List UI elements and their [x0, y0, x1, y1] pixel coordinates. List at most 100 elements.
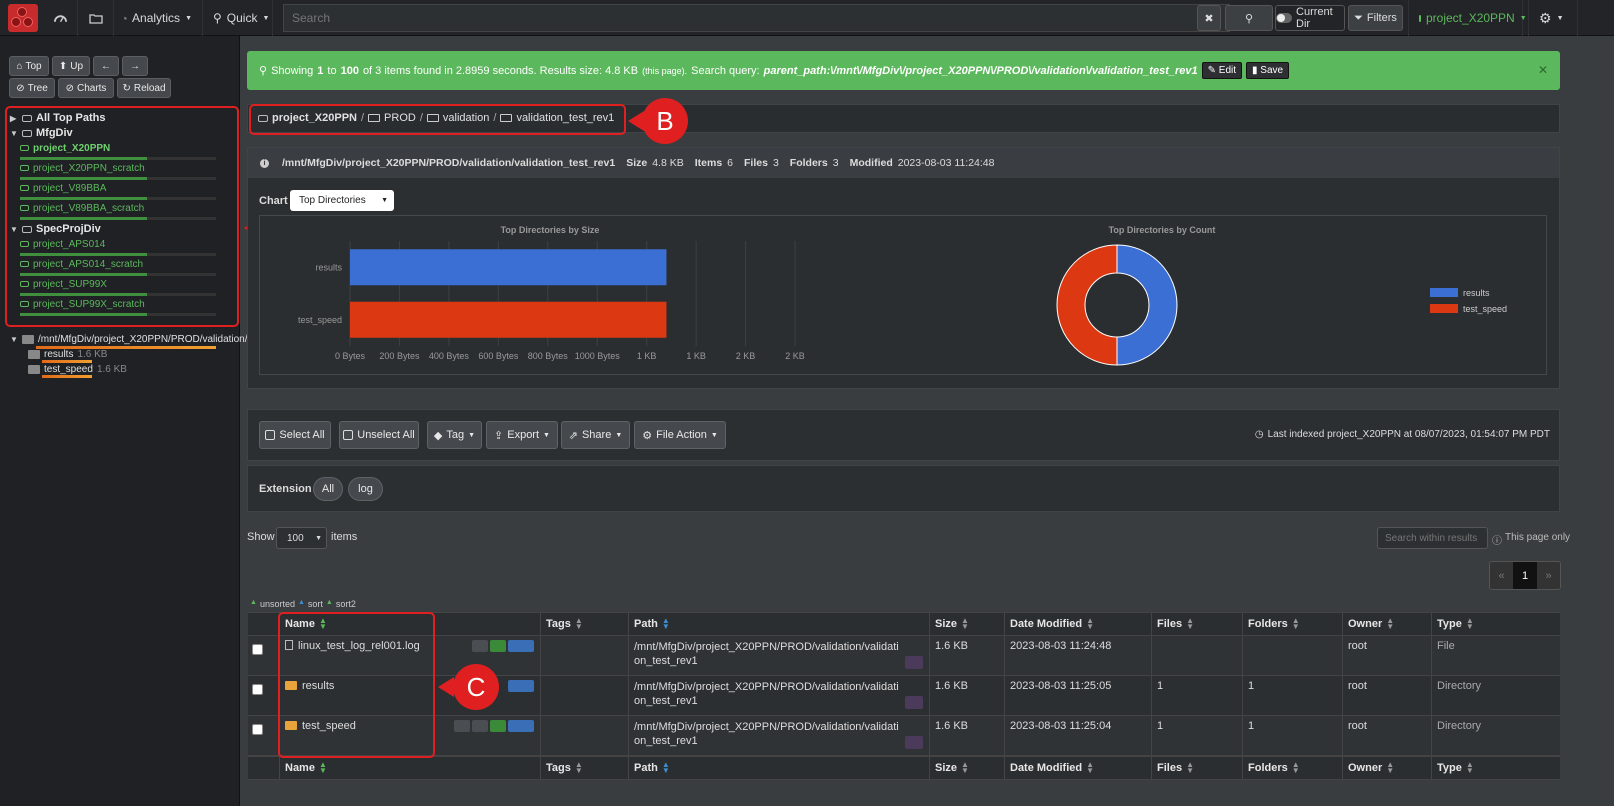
current-dir-toggle[interactable]: Current Dir — [1275, 5, 1345, 31]
charts-button[interactable]: ⊘ Charts — [58, 78, 114, 98]
info-icon[interactable] — [454, 720, 470, 732]
bar-x-tick-label: 1 KB — [637, 351, 657, 361]
path-menu-icon[interactable] — [905, 736, 923, 749]
prev-page-button[interactable]: « — [1490, 562, 1513, 589]
search-within-input[interactable] — [1377, 527, 1488, 549]
row-checkbox[interactable] — [252, 644, 263, 655]
table-cell — [1152, 636, 1243, 675]
dashboard-icon[interactable] — [44, 0, 78, 36]
search-button[interactable]: ⚲ — [1225, 5, 1273, 31]
header-tags[interactable]: Tags ▲ ▼ — [541, 613, 629, 635]
file-action-button[interactable]: ⚙ File Action ▼ — [634, 421, 726, 449]
extension-log-pill[interactable]: log — [348, 477, 383, 501]
analytics-menu[interactable]: Analytics ▼ — [114, 0, 203, 36]
app-logo[interactable] — [8, 4, 38, 32]
row-path[interactable]: /mnt/MfgDiv/project_X20PPN/PROD/validati… — [634, 680, 924, 708]
quick-label: Quick — [226, 11, 258, 25]
header-folders[interactable]: Folders ▲ ▼ — [1243, 613, 1343, 635]
row-path[interactable]: /mnt/MfgDiv/project_X20PPN/PROD/validati… — [634, 720, 924, 748]
footer-size[interactable]: Size ▲ ▼ — [930, 757, 1005, 779]
select-all-button[interactable]: Select All — [259, 421, 331, 449]
clear-search-button[interactable]: ✖ — [1197, 5, 1221, 31]
table-row[interactable]: linux_test_log_rel001.log/mnt/MfgDiv/pro… — [248, 636, 1560, 676]
share-button[interactable]: ⇗ Share ▼ — [561, 421, 630, 449]
copy-icon[interactable] — [472, 720, 488, 732]
chart-type-select[interactable]: Top Directories ▼ — [290, 190, 394, 211]
unselect-all-button[interactable]: Unselect All — [339, 421, 419, 449]
project-menu[interactable]: project_X20PPN ▼ — [1408, 0, 1527, 36]
subfolder-name: results — [44, 348, 74, 360]
footer-tags[interactable]: Tags ▲ ▼ — [541, 757, 629, 779]
header-date-label: Date Modified — [1010, 618, 1083, 630]
row-actions — [506, 680, 534, 695]
page-size-select[interactable]: 100 ▼ — [276, 527, 327, 549]
extension-all-pill[interactable]: All — [313, 477, 343, 501]
settings-menu[interactable]: ⚙ ▼ — [1528, 0, 1578, 36]
search-input[interactable] — [283, 4, 1230, 32]
footer-path[interactable]: Path ▲ ▼ — [629, 757, 930, 779]
footer-files[interactable]: Files ▲ ▼ — [1152, 757, 1243, 779]
close-icon[interactable]: ✕ — [1538, 63, 1548, 77]
pagination: « 1 » — [1489, 561, 1561, 590]
forward-button[interactable]: → — [122, 56, 148, 76]
copy-icon[interactable] — [472, 640, 488, 652]
top-button[interactable]: ⌂ Top — [9, 56, 49, 76]
bar-test_speed — [350, 301, 667, 338]
up-circle-icon: ⬆ — [58, 60, 68, 72]
up-button[interactable]: ⬆ Up — [52, 56, 90, 76]
table-cell — [1243, 636, 1343, 675]
current-path-node[interactable]: ▼ /mnt/MfgDiv/project_X20PPN/PROD/valida… — [10, 332, 263, 346]
cogs-icon[interactable] — [508, 680, 534, 692]
path-menu-icon[interactable] — [905, 696, 923, 709]
cogs-icon[interactable] — [508, 720, 534, 732]
header-owner[interactable]: Owner ▲ ▼ — [1343, 613, 1432, 635]
page-1-button[interactable]: 1 — [1513, 562, 1537, 589]
row-checkbox[interactable] — [252, 724, 263, 735]
next-page-button[interactable]: » — [1537, 562, 1560, 589]
reload-button[interactable]: ↻ Reload — [117, 78, 171, 98]
chevron-down-icon: ▼ — [185, 14, 192, 22]
header-size[interactable]: Size ▲ ▼ — [930, 613, 1005, 635]
arrow-right-icon: → — [130, 60, 140, 72]
header-date-modified[interactable]: Date Modified ▲ ▼ — [1005, 613, 1152, 635]
footer-folders[interactable]: Folders ▲ ▼ — [1243, 757, 1343, 779]
table-cell: 1 — [1152, 676, 1243, 715]
footer-type[interactable]: Type ▲ ▼ — [1432, 757, 1560, 779]
sort-icon: ▲ ▼ — [574, 616, 583, 631]
charts-label: Charts — [76, 82, 107, 94]
footer-date-modified[interactable]: Date Modified ▲ ▼ — [1005, 757, 1152, 779]
file-action-label: File Action — [656, 429, 707, 441]
filters-button[interactable]: ⏷ Filters — [1348, 5, 1403, 31]
export-button[interactable]: ⇪ Export ▼ — [486, 421, 558, 449]
quick-menu[interactable]: ⚲ Quick ▼ — [203, 0, 273, 36]
footer-name[interactable]: Name ▲ ▼ — [280, 757, 541, 779]
folder-nav-icon[interactable] — [78, 0, 114, 36]
toggle-switch[interactable] — [1276, 13, 1293, 23]
back-button[interactable]: ← — [93, 56, 119, 76]
row-size: 1.6 KB — [935, 640, 969, 652]
row-path[interactable]: /mnt/MfgDiv/project_X20PPN/PROD/validati… — [634, 640, 924, 668]
subfolder-results[interactable]: results 1.6 KB — [28, 347, 107, 361]
footer-owner-label: Owner — [1348, 762, 1383, 774]
tag-button[interactable]: ◆ Tag ▼ — [427, 421, 482, 449]
edit-query-button[interactable]: ✎ Edit — [1201, 62, 1243, 79]
share-label: Share — [581, 429, 612, 441]
this-page-only[interactable]: ⓘ This page only — [1492, 532, 1570, 547]
header-files[interactable]: Files ▲ ▼ — [1152, 613, 1243, 635]
alert-query-label: Search query: — [691, 64, 760, 77]
header-type[interactable]: Type ▲ ▼ — [1432, 613, 1560, 635]
tree-button[interactable]: ⊘ Tree — [9, 78, 55, 98]
path-menu-icon[interactable] — [905, 656, 923, 669]
tag-color-icon[interactable] — [490, 640, 506, 652]
header-path[interactable]: Path ▲ ▼ — [629, 613, 930, 635]
cogs-icon[interactable] — [508, 640, 534, 652]
legend-label: results — [1463, 288, 1490, 298]
info-modified: 2023-08-03 11:24:48 — [897, 157, 995, 169]
subfolder-test-speed[interactable]: test_speed 1.6 KB — [28, 362, 127, 376]
tag-color-icon[interactable] — [490, 720, 506, 732]
table-row[interactable]: test_speed/mnt/MfgDiv/project_X20PPN/PRO… — [248, 716, 1560, 756]
save-query-button[interactable]: ▮ Save — [1246, 62, 1290, 79]
row-checkbox[interactable] — [252, 684, 263, 695]
footer-owner[interactable]: Owner ▲ ▼ — [1343, 757, 1432, 779]
filter-icon: ⏷ — [1354, 11, 1363, 24]
